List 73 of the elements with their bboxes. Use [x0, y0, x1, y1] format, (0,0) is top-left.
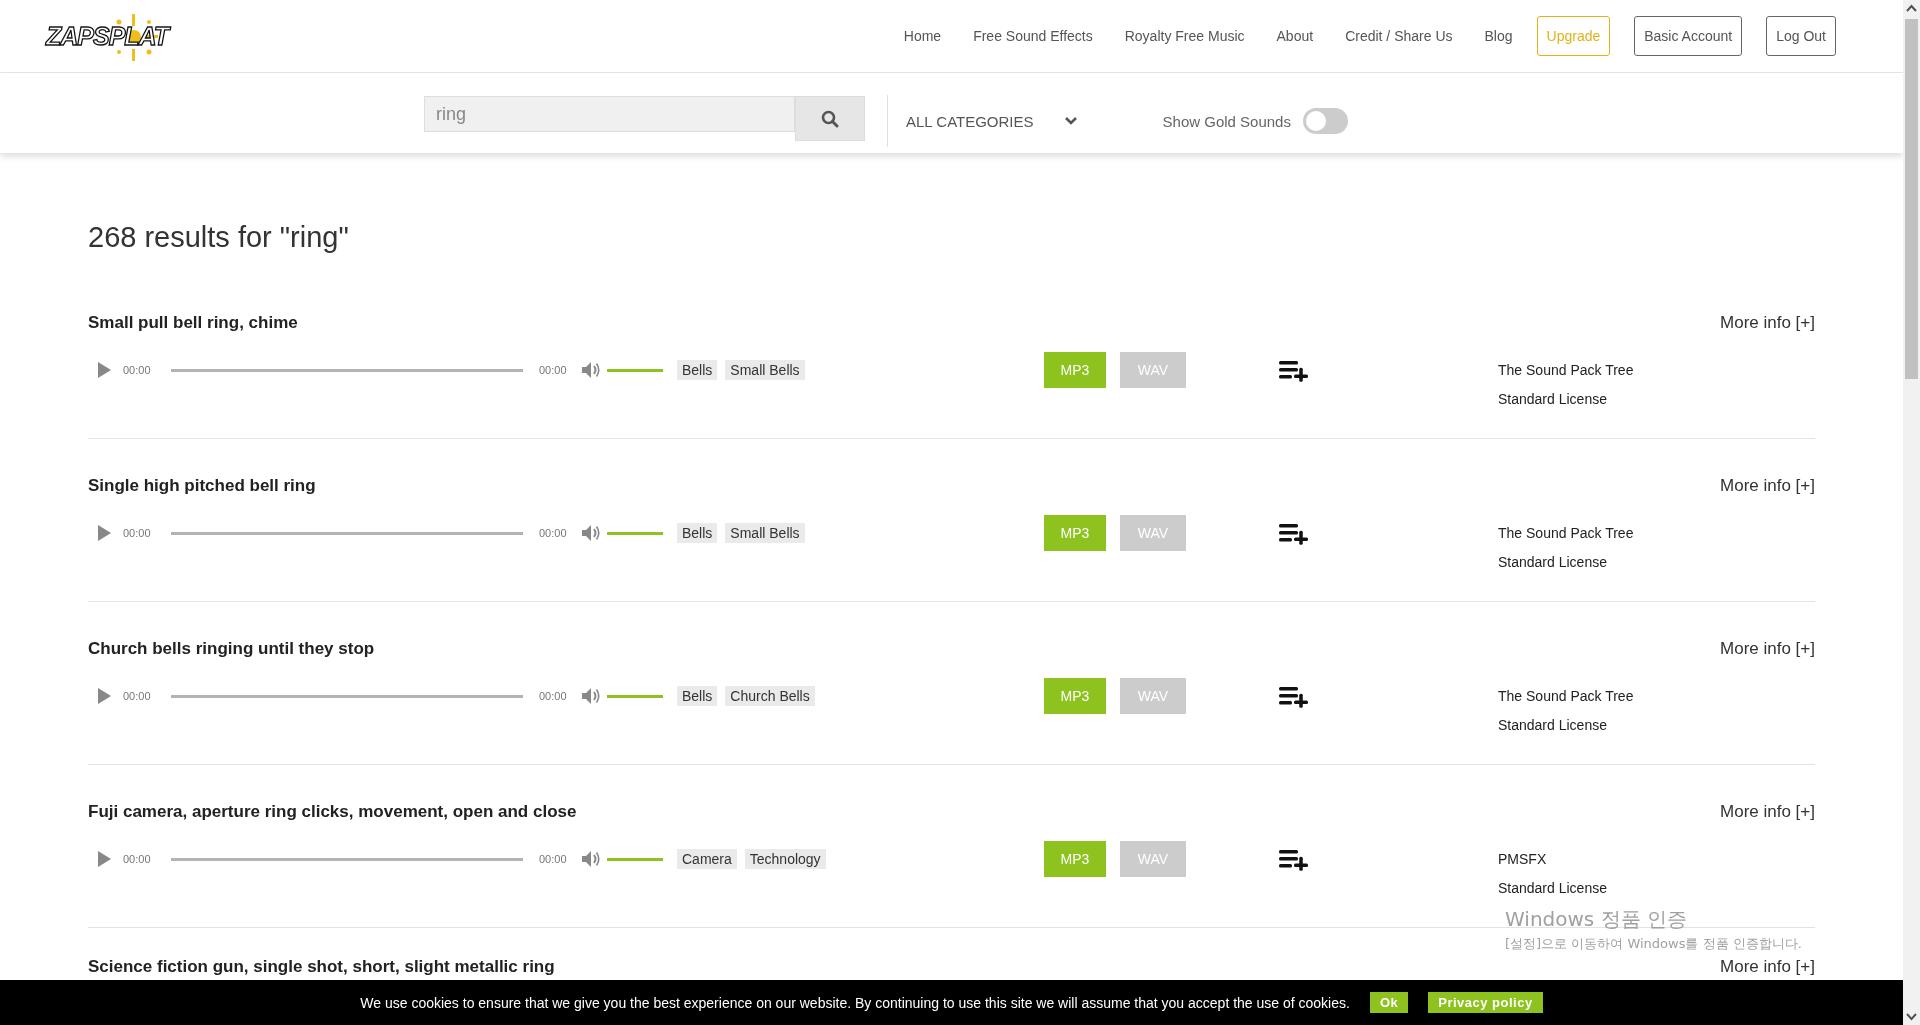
current-time: 00:00	[123, 364, 152, 376]
tag[interactable]: Church Bells	[725, 686, 815, 706]
tag[interactable]: Small Bells	[725, 360, 805, 380]
volume-icon[interactable]	[581, 687, 601, 705]
duration: 00:00	[539, 364, 568, 376]
add-to-playlist-icon[interactable]	[1279, 360, 1308, 382]
volume-slider[interactable]	[607, 857, 663, 861]
tag[interactable]: Bells	[677, 686, 718, 706]
search-icon	[821, 109, 839, 128]
volume-icon[interactable]	[581, 524, 601, 542]
nav-link[interactable]: Credit / Share Us	[1345, 28, 1453, 44]
add-to-playlist-icon[interactable]	[1279, 523, 1308, 545]
add-to-playlist-icon[interactable]	[1279, 686, 1308, 708]
nav-link[interactable]: Home	[903, 28, 942, 44]
progress-track[interactable]	[171, 857, 523, 861]
account-button[interactable]: Basic Account	[1634, 16, 1743, 56]
author-name[interactable]: The Sound Pack Tree	[1498, 519, 1634, 548]
nav-link[interactable]: Blog	[1484, 28, 1513, 44]
sound-title[interactable]: Science fiction gun, single shot, short, slight metallic ring	[88, 957, 555, 977]
cookie-message: We use cookies to ensure that we give you the best experience on our website. By continuing to use this site we will assume that you accept the use of cookies.	[360, 994, 1350, 1011]
play-icon[interactable]	[98, 851, 111, 867]
duration: 00:00	[539, 690, 568, 702]
play-icon[interactable]	[98, 525, 111, 541]
nav-link[interactable]: Royalty Free Music	[1124, 28, 1245, 44]
volume-slider[interactable]	[607, 694, 663, 698]
sound-title[interactable]: Small pull bell ring, chime	[88, 313, 298, 333]
more-info-link[interactable]: More info [+]	[1720, 313, 1815, 333]
play-icon[interactable]	[98, 362, 111, 378]
license-label: Standard License	[1498, 879, 1607, 898]
progress-track[interactable]	[171, 531, 523, 535]
tag[interactable]: Technology	[744, 849, 826, 869]
duration: 00:00	[539, 853, 568, 865]
chevron-down-icon[interactable]	[1063, 116, 1078, 126]
more-info-link[interactable]: More info [+]	[1720, 802, 1815, 822]
license-label: Standard License	[1498, 390, 1608, 409]
more-info-link[interactable]: More info [+]	[1720, 639, 1815, 659]
scrollbar[interactable]	[1903, 0, 1920, 1025]
nav-link[interactable]: About	[1276, 28, 1314, 44]
volume-icon[interactable]	[581, 361, 601, 379]
volume-slider[interactable]	[607, 531, 663, 535]
toggle-switch[interactable]	[1302, 108, 1348, 134]
more-info-link[interactable]: More info [+]	[1720, 957, 1815, 977]
play-icon[interactable]	[98, 688, 111, 704]
author-name[interactable]: PMSFX	[1498, 845, 1607, 874]
results-heading: 268 results for "ring"	[88, 220, 349, 255]
activation-title: Windows 정품 인증	[1505, 906, 1688, 933]
nav-link[interactable]: Free Sound Effects	[973, 28, 1093, 44]
search-button[interactable]	[795, 96, 865, 141]
category-dropdown[interactable]: ALL CATEGORIES	[906, 96, 1078, 146]
current-time: 00:00	[123, 690, 152, 702]
author-name[interactable]: The Sound Pack Tree	[1498, 356, 1634, 385]
tag[interactable]: Small Bells	[725, 523, 805, 543]
progress-track[interactable]	[171, 694, 523, 698]
filter-label: Show Gold Sounds	[1162, 112, 1291, 130]
account-button[interactable]: Log Out	[1766, 16, 1836, 56]
license-label: Standard License	[1498, 553, 1608, 572]
activation-message: [설정]으로 이동하여 Windows를 정품 인증합니다.	[1505, 935, 1802, 953]
sound-title[interactable]: Single high pitched bell ring	[88, 476, 316, 496]
more-info-link[interactable]: More info [+]	[1720, 476, 1815, 496]
current-time: 00:00	[123, 527, 152, 539]
volume-icon[interactable]	[581, 850, 601, 868]
tag[interactable]: Bells	[677, 523, 718, 543]
author-name[interactable]: The Sound Pack Tree	[1498, 682, 1634, 711]
add-to-playlist-icon[interactable]	[1279, 849, 1308, 871]
duration: 00:00	[539, 527, 568, 539]
sound-title[interactable]: Fuji camera, aperture ring clicks, movement, open and close	[88, 802, 577, 822]
current-time: 00:00	[123, 853, 152, 865]
license-label: Standard License	[1498, 716, 1608, 735]
progress-track[interactable]	[171, 368, 523, 372]
tag[interactable]: Bells	[677, 360, 718, 380]
sound-title[interactable]: Church bells ringing until they stop	[88, 639, 375, 659]
tag[interactable]: Camera	[677, 849, 737, 869]
volume-slider[interactable]	[607, 368, 663, 372]
